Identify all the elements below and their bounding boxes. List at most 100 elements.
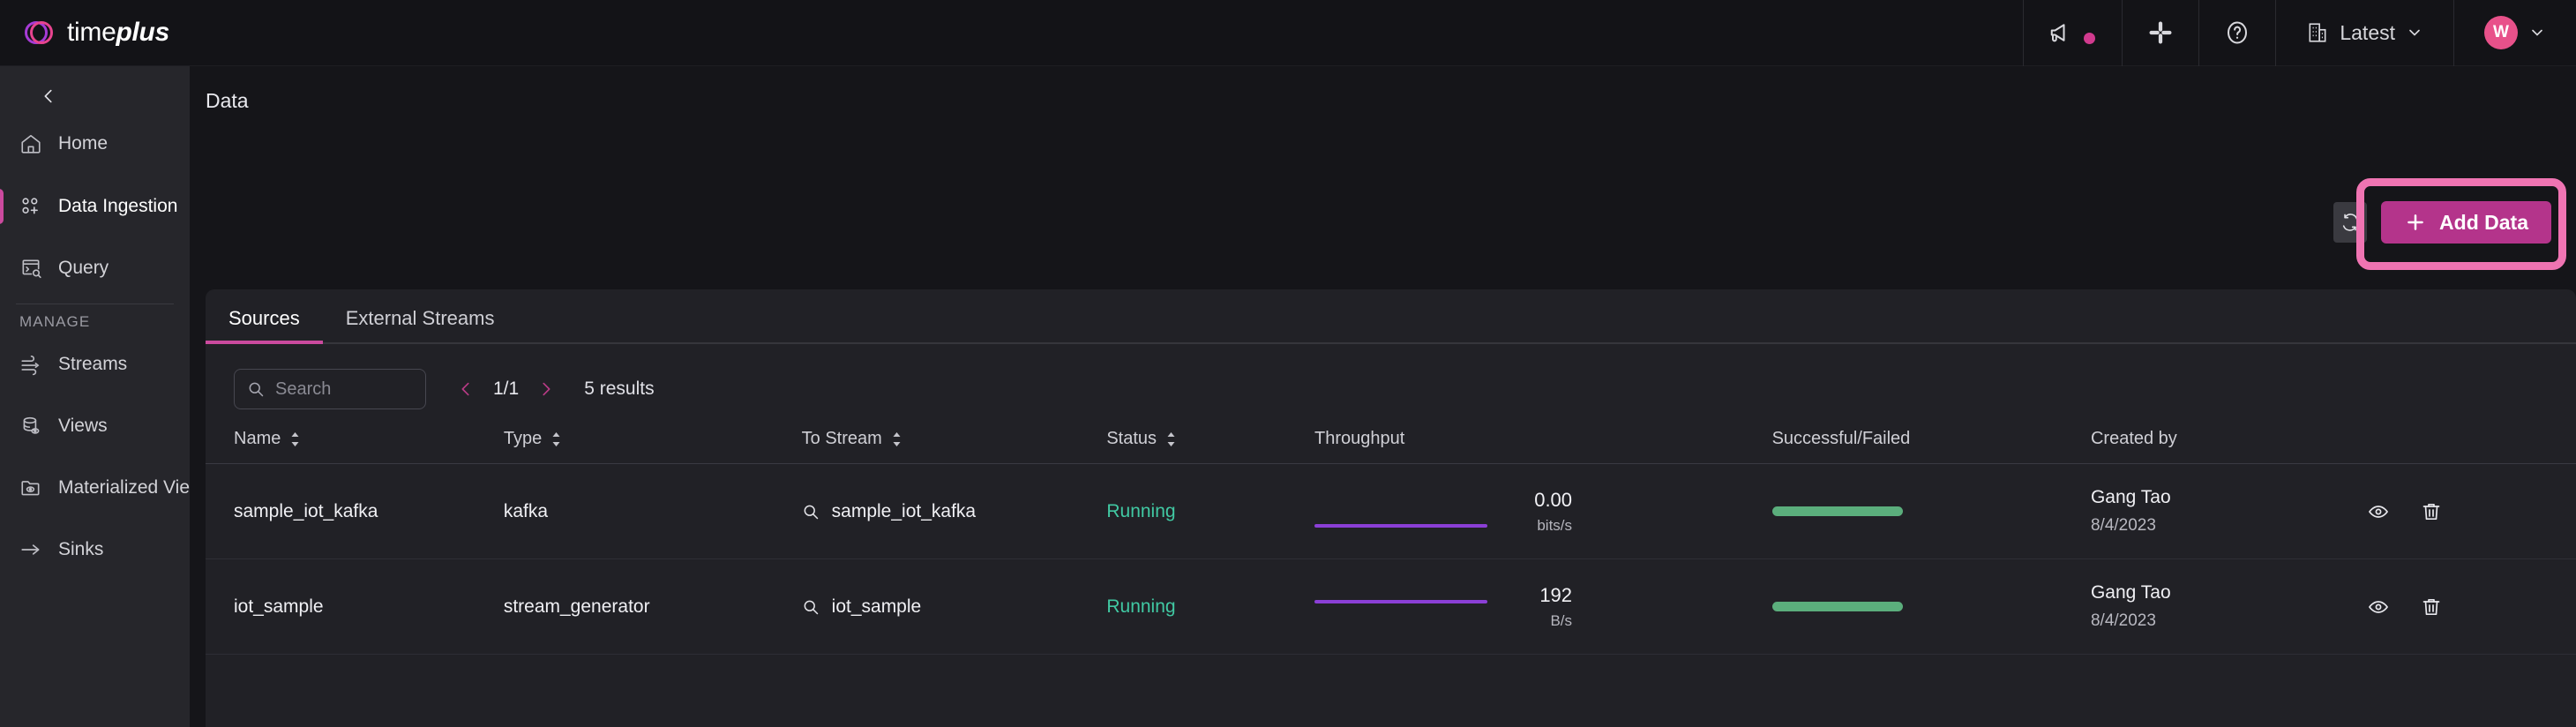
sidebar-item-label: Sinks: [58, 539, 104, 559]
materialized-views-icon: [19, 476, 42, 499]
column-label: Name: [234, 429, 281, 448]
home-icon: [19, 132, 42, 155]
cell-status: Running: [1106, 464, 1314, 559]
brand-wordmark: timeplus: [67, 18, 169, 48]
brand-name-bold: plus: [116, 18, 169, 47]
sidebar-item-sinks[interactable]: Sinks: [0, 527, 190, 573]
trash-icon: [2421, 501, 2442, 522]
announcements-button[interactable]: [2024, 0, 2122, 66]
tab-label: External Streams: [345, 307, 495, 329]
throughput-unit: B/s: [1550, 611, 1573, 629]
pagination-prev-button[interactable]: [456, 379, 476, 399]
tab-sources[interactable]: Sources: [206, 307, 323, 344]
status-badge: Running: [1106, 596, 1176, 617]
sidebar-section-label: MANAGE: [19, 313, 91, 330]
eye-icon: [2368, 596, 2389, 618]
search-icon: [802, 598, 820, 616]
column-label: Status: [1106, 429, 1157, 448]
slack-button[interactable]: [2123, 0, 2198, 66]
search-icon: [247, 380, 265, 398]
body: Home Data Ingestion Query MANAGE Streams…: [0, 66, 2576, 727]
search-input[interactable]: [275, 378, 413, 400]
view-button[interactable]: [2368, 596, 2389, 618]
status-badge: Running: [1106, 500, 1176, 521]
cell-created-by: Gang Tao 8/4/2023: [2091, 559, 2368, 655]
views-icon: [19, 415, 42, 438]
sidebar-item-query[interactable]: Query: [0, 245, 190, 291]
sort-icon: [1165, 431, 1177, 447]
avatar: W: [2484, 16, 2518, 49]
view-button[interactable]: [2368, 501, 2389, 522]
column-label: Created by: [2090, 429, 2177, 448]
column-label: To Stream: [801, 429, 882, 448]
sidebar-item-label: Views: [58, 416, 108, 436]
timeplus-logo-icon: [25, 18, 55, 48]
tab-external-streams[interactable]: External Streams: [323, 307, 518, 344]
cell-name: iot_sample: [234, 596, 324, 617]
add-data-button[interactable]: Add Data: [2381, 201, 2551, 244]
cell-throughput: 0.00 bits/s: [1314, 464, 1772, 559]
sidebar: Home Data Ingestion Query MANAGE Streams…: [0, 66, 190, 727]
created-by-name: Gang Tao: [2090, 582, 2171, 603]
search-box[interactable]: [234, 369, 426, 409]
workspace-selector[interactable]: Latest: [2276, 0, 2453, 66]
main-content: Data Add Data Sources External Streams S…: [190, 66, 2576, 727]
search-icon: [802, 503, 820, 521]
data-ingestion-icon: [19, 195, 42, 218]
throughput-unit: bits/s: [1537, 516, 1573, 534]
throughput-value: 0.00: [1534, 488, 1573, 511]
delete-button[interactable]: [2421, 596, 2442, 618]
add-data-label: Add Data: [2439, 210, 2528, 234]
throughput-sparkline: [1314, 489, 1488, 535]
sidebar-item-label: Streams: [58, 354, 128, 374]
tab-bar: Sources External Streams: [206, 289, 2576, 344]
column-header-name[interactable]: Name: [206, 429, 504, 464]
pagination: 1/1: [456, 378, 556, 400]
sinks-icon: [19, 538, 42, 561]
table-row[interactable]: sample_iot_kafka kafka sample_iot_kafka: [206, 464, 2576, 559]
sidebar-item-streams[interactable]: Streams: [0, 341, 190, 387]
throughput-sparkline: [1314, 584, 1488, 630]
column-header-status[interactable]: Status: [1106, 429, 1315, 464]
column-label: Successful/Failed: [1771, 429, 1911, 448]
refresh-button[interactable]: [2333, 202, 2368, 243]
help-button[interactable]: [2199, 0, 2275, 66]
column-header-to-stream[interactable]: To Stream: [801, 429, 1107, 464]
megaphone-icon: [2048, 19, 2075, 46]
sidebar-item-label: Data Ingestion: [58, 196, 178, 216]
cell-actions: [2368, 559, 2576, 655]
help-circle-icon: [2224, 19, 2250, 46]
chevron-left-icon: [39, 86, 58, 106]
delete-button[interactable]: [2421, 501, 2442, 522]
sort-icon: [289, 431, 301, 447]
pagination-next-button[interactable]: [536, 379, 556, 399]
brand-name-light: time: [67, 18, 116, 47]
table-row[interactable]: iot_sample stream_generator iot_sample R…: [206, 559, 2576, 655]
brand-logo[interactable]: timeplus: [0, 18, 353, 48]
table-header-row: Name Type To Stream Status Throughput Su…: [206, 429, 2576, 464]
sidebar-item-data-ingestion[interactable]: Data Ingestion: [0, 184, 190, 229]
user-menu[interactable]: W: [2454, 0, 2576, 66]
created-by-name: Gang Tao: [2090, 487, 2171, 507]
column-label: Throughput: [1314, 429, 1405, 448]
created-date: 8/4/2023: [2090, 611, 2156, 630]
cell-to-stream[interactable]: sample_iot_kafka: [802, 464, 1107, 559]
trash-icon: [2421, 596, 2442, 618]
column-header-type[interactable]: Type: [503, 429, 802, 464]
page-actions: Add Data: [2333, 178, 2567, 270]
sidebar-item-home[interactable]: Home: [0, 121, 190, 167]
refresh-icon: [2340, 213, 2360, 232]
cell-type: stream_generator: [503, 596, 650, 617]
column-header-created-by: Created by: [2090, 429, 2369, 464]
plus-icon: [2404, 211, 2427, 234]
successful-bar: [1771, 602, 1903, 611]
sidebar-item-views[interactable]: Views: [0, 403, 190, 449]
sidebar-item-materialized-views[interactable]: Materialized Views: [0, 465, 190, 511]
sort-icon: [891, 431, 902, 447]
chevron-down-icon: [2406, 24, 2423, 41]
sidebar-collapse-button[interactable]: [0, 71, 190, 121]
cell-to-stream[interactable]: iot_sample: [802, 559, 1107, 655]
successful-bar: [1771, 506, 1903, 516]
sidebar-item-label: Home: [58, 133, 109, 154]
sources-table: Name Type To Stream Status Throughput Su…: [206, 429, 2576, 655]
